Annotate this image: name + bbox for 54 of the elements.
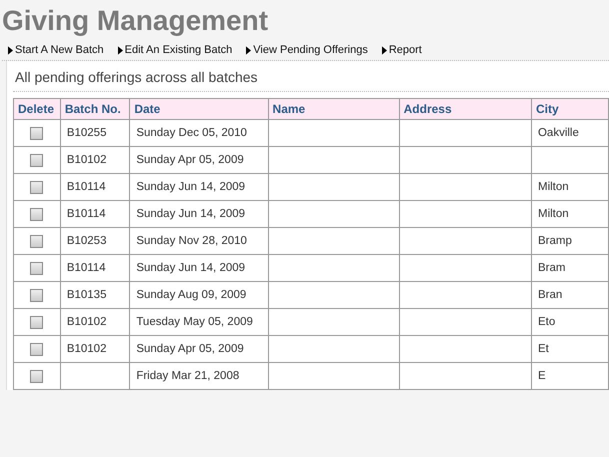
table-cell: B10102 (60, 308, 130, 336)
triangle-icon (8, 46, 13, 54)
nav-link[interactable]: Report (382, 44, 422, 56)
section-title: All pending offerings across all batches (13, 65, 609, 92)
table-cell: Sunday Aug 09, 2009 (130, 282, 268, 308)
table-cell: Eto (531, 308, 608, 336)
table-cell: Sunday Nov 28, 2010 (130, 228, 268, 254)
checkbox[interactable] (30, 234, 44, 248)
checkbox[interactable] (30, 180, 44, 194)
column-header: Date (130, 98, 268, 120)
table-cell: Oakville (531, 120, 608, 146)
table-cell: Sunday Jun 14, 2009 (130, 200, 268, 228)
table-cell: B10114 (60, 200, 130, 228)
column-header: Batch No. (60, 98, 130, 120)
checkbox[interactable] (30, 316, 44, 328)
table-cell: Tuesday May 05, 2009 (130, 308, 268, 336)
table-cell: B10253 (60, 228, 130, 254)
table-cell: Milton (531, 200, 608, 228)
table-cell: Et (531, 336, 608, 362)
nav-link[interactable]: Edit An Existing Batch (118, 44, 232, 56)
table-cell: B10102 (60, 146, 130, 174)
table-cell: B10114 (60, 254, 130, 282)
table-cell: Sunday Apr 05, 2009 (130, 146, 268, 174)
column-header: City (531, 98, 608, 120)
column-header: Name (268, 98, 400, 120)
column-header: Delete (14, 98, 60, 120)
checkbox[interactable] (30, 342, 44, 356)
table-cell: B10255 (60, 120, 130, 146)
table-cell: Friday Mar 21, 2008 (130, 362, 268, 390)
nav-link[interactable]: Start A New Batch (8, 44, 104, 56)
table-cell: B10135 (60, 282, 130, 308)
page-title: Giving Management (2, 4, 270, 38)
checkbox[interactable] (30, 126, 44, 140)
table-cell: Bran (531, 282, 608, 308)
triangle-icon (246, 46, 252, 54)
checkbox[interactable] (30, 288, 44, 302)
table-cell: Sunday Dec 05, 2010 (130, 120, 268, 146)
checkbox[interactable] (30, 262, 44, 274)
table-cell: Sunday Jun 14, 2009 (130, 174, 268, 200)
checkbox[interactable] (30, 208, 44, 220)
triangle-icon (118, 46, 123, 54)
table-cell: B10114 (60, 174, 130, 200)
table-cell: B10102 (60, 336, 130, 362)
column-header: Address (399, 98, 532, 120)
table-cell: Milton (531, 174, 608, 200)
table-cell: E (531, 362, 608, 390)
table-cell: Sunday Apr 05, 2009 (130, 336, 268, 362)
checkbox[interactable] (30, 154, 44, 166)
table-cell: Sunday Jun 14, 2009 (130, 254, 268, 282)
table-cell: Bramp (531, 228, 608, 254)
table-cell: Bram (531, 254, 608, 282)
triangle-icon (382, 46, 387, 54)
checkbox[interactable] (30, 370, 44, 382)
nav-link[interactable]: View Pending Offerings (246, 44, 368, 56)
